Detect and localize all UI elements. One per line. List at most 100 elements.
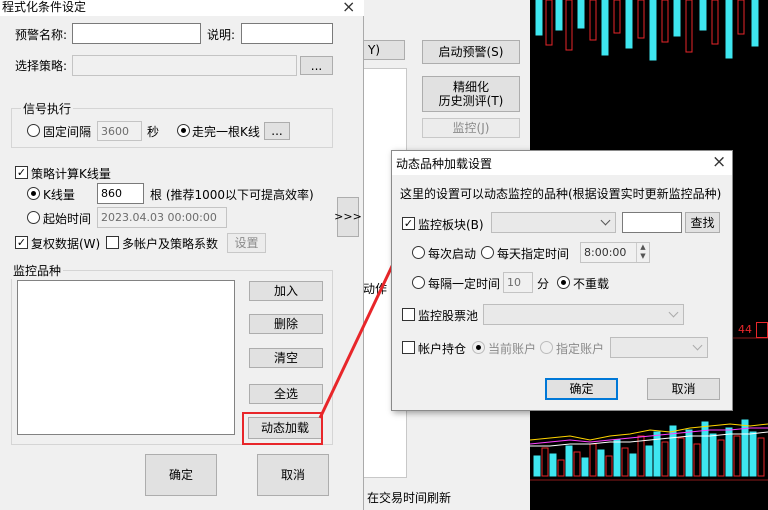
stock-pool-select[interactable] [483, 304, 684, 325]
delete-button[interactable]: 删除 [249, 314, 323, 334]
volume-bar [717, 439, 725, 477]
start-time-input[interactable]: 2023.04.03 00:00:00 [97, 207, 227, 228]
adjust-label: 复权数据(W) [31, 237, 101, 251]
ok-button[interactable]: 确定 [145, 454, 217, 496]
multi-account-checkbox[interactable] [106, 236, 119, 249]
expand-button[interactable]: >>> [334, 197, 362, 237]
refine-label-line2: 历史测评(T) [438, 94, 504, 108]
signal-group-label: 信号执行 [21, 100, 74, 117]
candle-bar [565, 0, 573, 51]
monitor-sector-label: 监控板块(B) [418, 218, 484, 232]
candle-bar [725, 0, 733, 59]
volume-bar [605, 455, 613, 477]
chevron-down-icon [600, 215, 611, 225]
start-time-label: 起始时间 [43, 212, 92, 226]
no-repeat-radio[interactable] [557, 276, 570, 289]
select-all-button[interactable]: 全选 [249, 384, 323, 404]
settings-button[interactable]: 设置 [227, 233, 266, 253]
candle-bar [673, 0, 681, 37]
strategy-input[interactable] [72, 55, 297, 76]
fixed-interval-input[interactable]: 3600 [97, 121, 142, 141]
refine-history-button[interactable]: 精细化 历史测评(T) [422, 76, 520, 112]
strategy-browse-button[interactable]: ... [300, 56, 333, 75]
stock-pool-checkbox[interactable] [402, 308, 415, 321]
volume-bar [733, 435, 741, 477]
dynamic-close-icon[interactable]: × [712, 152, 726, 172]
volume-bar [581, 457, 589, 477]
volume-bar [685, 429, 693, 477]
finish-kline-more-button[interactable]: ... [264, 122, 290, 140]
start-time-radio[interactable] [27, 211, 40, 224]
candle-bar [577, 0, 585, 29]
current-account-label: 当前账户 [488, 342, 537, 356]
account-holding-label: 帐户持仓 [418, 342, 467, 356]
time-spinner[interactable]: ▲ ▼ [636, 243, 649, 262]
kline-count-input[interactable]: 860 [97, 183, 144, 204]
add-button[interactable]: 加入 [249, 281, 323, 301]
monitor-button[interactable]: 监控(J) [422, 118, 520, 138]
dynamic-load-highlight [242, 412, 323, 445]
volume-bar [709, 433, 717, 477]
search-button[interactable]: 查找 [685, 212, 720, 233]
volume-bar [573, 451, 581, 477]
candle-bar [545, 0, 553, 46]
account-holding-checkbox[interactable] [402, 341, 415, 354]
no-repeat-label: 不重载 [573, 277, 610, 291]
volume-bar [757, 437, 765, 477]
chart-value-box [756, 322, 768, 338]
chevron-down-icon [692, 340, 703, 350]
fixed-interval-radio[interactable] [27, 124, 40, 137]
behind-y-button[interactable]: Y) [363, 40, 405, 60]
monitor-list[interactable] [17, 280, 235, 435]
refine-label-line1: 精细化 [452, 80, 489, 94]
close-icon[interactable]: × [342, 0, 355, 16]
candle-bar [613, 0, 621, 34]
sector-search-input[interactable] [622, 212, 682, 233]
start-alert-button[interactable]: 启动预警(S) [422, 40, 520, 64]
specified-account-label: 指定账户 [556, 342, 605, 356]
alert-name-input[interactable] [72, 23, 201, 44]
desc-input[interactable] [241, 23, 333, 44]
specified-account-select[interactable] [610, 337, 708, 358]
current-account-radio[interactable] [472, 341, 485, 354]
finish-kline-label: 走完一根K线 [192, 125, 260, 139]
cancel-button[interactable]: 取消 [257, 454, 329, 496]
daily-time-label: 每天指定时间 [497, 247, 570, 261]
candle-bar [685, 0, 693, 53]
volume-bar [565, 445, 573, 477]
candle-bar [711, 0, 719, 45]
volume-bar [629, 453, 637, 477]
finish-kline-radio[interactable] [177, 124, 190, 137]
alert-name-label: 预警名称: [15, 28, 68, 42]
desc-label: 说明: [207, 28, 236, 42]
dynamic-ok-button[interactable]: 确定 [545, 378, 618, 400]
dynamic-cancel-button[interactable]: 取消 [647, 378, 720, 400]
seconds-unit: 秒 [147, 125, 160, 139]
upper-candles [535, 0, 759, 61]
volume-bar [589, 443, 597, 477]
volume-bar [677, 437, 685, 477]
interval-radio[interactable] [412, 276, 425, 289]
main-dialog-title: 程式化条件设定 [2, 0, 87, 14]
interval-input[interactable]: 10 [503, 272, 533, 293]
monitor-sector-checkbox[interactable]: ✓ [402, 217, 415, 230]
clear-button[interactable]: 清空 [249, 348, 323, 368]
daily-time-radio[interactable] [481, 246, 494, 259]
specified-account-radio[interactable] [540, 341, 553, 354]
monitor-sector-select[interactable] [491, 212, 616, 233]
adjust-checkbox[interactable]: ✓ [15, 236, 28, 249]
kline-count-radio[interactable] [27, 187, 40, 200]
volume-bar [645, 445, 653, 477]
fixed-interval-label: 固定间隔 [43, 125, 92, 139]
candle-bar [637, 0, 645, 39]
volume-bar [549, 453, 557, 477]
each-start-radio[interactable] [412, 246, 425, 259]
multi-account-label: 多帐户及策略系数 [122, 237, 219, 251]
candle-bar [625, 0, 633, 49]
calc-kline-checkbox[interactable]: ✓ [15, 166, 28, 179]
stock-pool-label: 监控股票池 [418, 309, 479, 323]
volume-bar [725, 427, 733, 477]
candle-bar [555, 0, 563, 31]
candle-bar [649, 0, 657, 61]
each-start-label: 每次启动 [428, 247, 477, 261]
